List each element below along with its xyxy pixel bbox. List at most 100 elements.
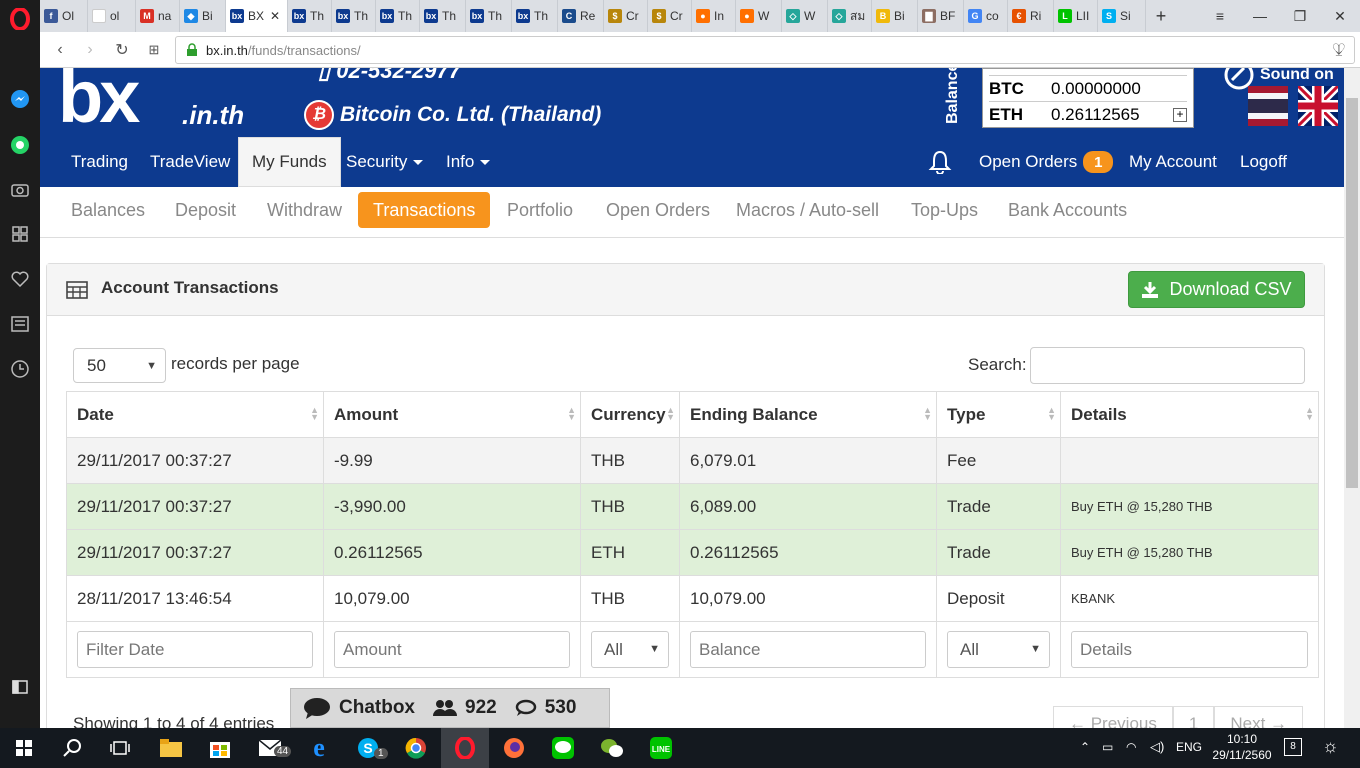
messenger-icon[interactable] (0, 84, 40, 114)
browser-tab[interactable]: f Ol (40, 0, 88, 32)
scrollbar-thumb[interactable] (1346, 98, 1358, 488)
browser-tab[interactable]: ● In (692, 0, 736, 32)
page-scrollbar[interactable] (1344, 68, 1360, 728)
browser-tab[interactable]: bx BX ✕ (226, 0, 288, 32)
subnav-bank-accounts[interactable]: Bank Accounts (1008, 192, 1127, 228)
browser-tab[interactable]: € Ri (1008, 0, 1054, 32)
wechat-icon[interactable] (588, 728, 636, 768)
task-view-icon[interactable] (96, 728, 144, 768)
minimize-icon[interactable]: — (1240, 0, 1280, 32)
nav-trading[interactable]: Trading (71, 137, 128, 187)
nav-my-funds[interactable]: My Funds (238, 137, 341, 187)
news-icon[interactable] (0, 309, 40, 339)
filter-balance-input[interactable]: Balance (690, 631, 926, 668)
speed-dial-icon[interactable] (0, 219, 40, 249)
sidebar-toggle-icon[interactable] (0, 672, 40, 702)
column-header-ending-balance[interactable]: Ending Balance ▲ ▼ (679, 391, 937, 438)
subnav-balances[interactable]: Balances (71, 192, 145, 228)
line-icon-2[interactable]: LINE (637, 728, 685, 768)
next-page-button[interactable]: Next → (1214, 706, 1304, 728)
column-header-date[interactable]: Date ▲ ▼ (66, 391, 324, 438)
browser-tab[interactable]: S Si (1098, 0, 1146, 32)
browser-tab[interactable]: B Bi (872, 0, 918, 32)
heart-icon[interactable] (0, 264, 40, 294)
close-window-icon[interactable]: ✕ (1320, 0, 1360, 32)
notifications-bell-icon[interactable] (928, 137, 952, 187)
browser-tab[interactable]: L LII (1054, 0, 1098, 32)
history-icon[interactable] (0, 354, 40, 384)
menu-icon[interactable]: ≡ (1200, 0, 1240, 32)
browser-tab[interactable]: bx Th (332, 0, 376, 32)
chatbox-bar[interactable]: Chatbox 922 530 (290, 688, 610, 728)
browser-tab[interactable]: bx Th (288, 0, 332, 32)
camera-icon[interactable] (0, 174, 40, 204)
filter-type-select[interactable]: All ▼ (947, 631, 1050, 668)
browser-tab[interactable]: bx Th (466, 0, 512, 32)
notification-center-icon[interactable]: 8 (1284, 738, 1302, 756)
forward-icon[interactable]: › (74, 34, 106, 66)
volume-icon[interactable]: ◁) (1150, 739, 1164, 755)
uk-flag-icon[interactable] (1298, 86, 1338, 126)
subnav-macros[interactable]: Macros / Auto-sell (736, 192, 879, 228)
battery-icon[interactable]: ▭ (1102, 740, 1113, 754)
column-header-amount[interactable]: Amount ▲ ▼ (323, 391, 581, 438)
clock[interactable]: 10:10 29/11/2560 (1208, 731, 1276, 763)
firefox-icon[interactable] (490, 728, 538, 768)
opera-taskbar-icon[interactable] (441, 728, 489, 768)
browser-tab[interactable]: ◇ สม (828, 0, 872, 32)
thai-flag-icon[interactable] (1248, 86, 1288, 126)
nav-tradeview[interactable]: TradeView (150, 137, 230, 187)
browser-tab[interactable]: ▇ BF (918, 0, 964, 32)
nav-security[interactable]: Security (346, 137, 424, 187)
wifi-icon[interactable]: ◠ (1126, 740, 1136, 754)
subnav-open-orders[interactable]: Open Orders (606, 192, 710, 228)
browser-tab[interactable]: ◇ W (782, 0, 828, 32)
subnav-transactions[interactable]: Transactions (358, 192, 491, 228)
new-tab-button[interactable]: + (1146, 0, 1176, 32)
browser-tab[interactable]: ol (88, 0, 136, 32)
browser-tab[interactable]: Mna (136, 0, 180, 32)
subnav-deposit[interactable]: Deposit (175, 192, 236, 228)
search-input[interactable] (1030, 347, 1305, 384)
page-number-button[interactable]: 1 (1172, 706, 1215, 728)
reload-icon[interactable]: ↻ (106, 34, 138, 66)
subnav-portfolio[interactable]: Portfolio (507, 192, 573, 228)
language-indicator[interactable]: ENG (1176, 740, 1202, 754)
filter-details-input[interactable]: Details (1071, 631, 1308, 668)
opera-logo-icon[interactable] (0, 4, 40, 34)
store-icon[interactable] (196, 728, 244, 768)
browser-tab[interactable]: bx Th (512, 0, 558, 32)
browser-tab[interactable]: bx Th (376, 0, 420, 32)
whatsapp-icon[interactable] (0, 130, 40, 160)
column-header-details[interactable]: Details ▲ ▼ (1060, 391, 1319, 438)
records-per-page-select[interactable]: 50 ▼ (73, 348, 166, 383)
weather-sun-icon[interactable]: ☼ (1322, 736, 1339, 757)
url-field[interactable]: bx.in.th/funds/transactions/ ♡ (175, 36, 1355, 64)
nav-open-orders[interactable]: Open Orders 1 (979, 137, 1114, 187)
browser-tab[interactable]: ◆ Bi (180, 0, 226, 32)
filter-date-input[interactable]: Filter Date (77, 631, 313, 668)
site-logo[interactable]: bx (58, 68, 140, 139)
file-explorer-icon[interactable] (147, 728, 195, 768)
line-icon[interactable] (539, 728, 587, 768)
back-icon[interactable]: ‹ (44, 34, 76, 66)
skype-icon[interactable]: S 1 (344, 728, 392, 768)
nav-info[interactable]: Info (446, 137, 491, 187)
browser-tab[interactable]: C Re (558, 0, 604, 32)
expand-balances-icon[interactable]: + (1173, 107, 1187, 122)
browser-tab[interactable]: $ Cr (648, 0, 692, 32)
nav-logoff[interactable]: Logoff (1240, 137, 1287, 187)
maximize-icon[interactable]: ❐ (1280, 0, 1320, 32)
download-icon[interactable]: ⤓ (1323, 34, 1355, 66)
speed-dial-button-icon[interactable]: ⊞ (138, 34, 170, 66)
tray-chevron-up-icon[interactable]: ⌃ (1080, 740, 1090, 754)
browser-tab[interactable]: bx Th (420, 0, 466, 32)
nav-my-account[interactable]: My Account (1129, 137, 1217, 187)
mail-icon[interactable]: 44 (246, 728, 294, 768)
start-windows-icon[interactable] (0, 728, 48, 768)
column-header-type[interactable]: Type ▲ ▼ (936, 391, 1061, 438)
edge-icon[interactable]: e (295, 728, 343, 768)
subnav-withdraw[interactable]: Withdraw (267, 192, 342, 228)
browser-tab[interactable]: ● W (736, 0, 782, 32)
chrome-icon[interactable] (392, 728, 440, 768)
